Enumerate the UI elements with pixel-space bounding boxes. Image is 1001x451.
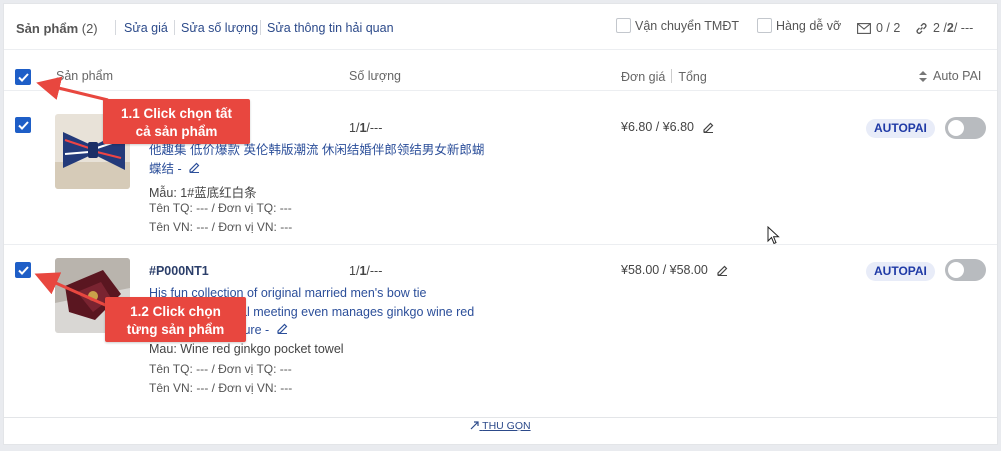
collapse-link[interactable]: THU GỌN: [4, 420, 997, 432]
checkbox-box[interactable]: [757, 18, 772, 33]
col-product: Sản phẩm: [56, 69, 113, 83]
autopai-badge: AUTOPAI: [866, 262, 935, 281]
col-auto-pai[interactable]: Auto PAI: [919, 69, 981, 83]
col-price-total: Đơn giá Tổng: [621, 69, 707, 84]
row-select-checkbox[interactable]: [15, 117, 31, 133]
link-icon: [916, 22, 927, 34]
product-meta-vn: Tên VN: --- / Đơn vị VN: ---: [149, 220, 293, 234]
product-meta-tq: Tên TQ: --- / Đơn vị TQ: ---: [149, 362, 292, 376]
check-icon: [17, 72, 29, 82]
quantity-value: 1/1/---: [349, 264, 383, 278]
checkbox-label: Hàng dễ vỡ: [776, 18, 842, 33]
edit-customs-link[interactable]: Sửa thông tin hải quan: [267, 21, 394, 35]
edit-icon[interactable]: [717, 265, 728, 276]
autopai-toggle[interactable]: [945, 117, 986, 139]
callout-select-each: 1.2 Click chọn từng sản phẩm: [105, 297, 246, 342]
row-select-checkbox[interactable]: [15, 262, 31, 278]
quantity-value: 1/1/---: [349, 121, 383, 135]
select-all-checkbox[interactable]: [15, 69, 31, 85]
check-icon: [17, 265, 29, 275]
divider: [174, 20, 175, 35]
edit-icon[interactable]: [277, 323, 288, 334]
edit-price-link[interactable]: Sửa giá: [124, 21, 168, 35]
edit-icon[interactable]: [703, 122, 714, 133]
product-meta-vn: Tên VN: --- / Đơn vị VN: ---: [149, 381, 293, 395]
check-icon: [17, 120, 29, 130]
edit-quantity-link[interactable]: Sửa số lượng: [181, 21, 258, 35]
section-title: Sản phẩm (2): [16, 21, 98, 36]
autopai-badge: AUTOPAI: [866, 119, 935, 138]
product-name[interactable]: 他趣集 低价爆款 英伦韩版潮流 休闲结婚伴郎领结男女新郎蝴 蝶结 -: [149, 141, 509, 178]
toggle-knob: [948, 262, 964, 278]
fragile-goods-checkbox[interactable]: Hàng dễ vỡ: [757, 18, 841, 33]
product-code: #P000NT1: [149, 264, 209, 278]
products-header: Sản phẩm (2) Sửa giá Sửa số lượng Sửa th…: [4, 4, 997, 50]
product-meta-tq: Tên TQ: --- / Đơn vị TQ: ---: [149, 201, 292, 215]
checkbox-label: Vận chuyển TMĐT: [635, 18, 739, 33]
sort-icon: [919, 70, 927, 82]
table-header: Sản phẩm Số lượng Đơn giá Tổng Auto PAI: [4, 50, 997, 91]
autopai-toggle[interactable]: [945, 259, 986, 281]
product-variant: Mau: Wine red ginkgo pocket towel: [149, 342, 344, 356]
link-stat: 2 / 2 / ---: [915, 21, 973, 35]
ecommerce-shipping-checkbox[interactable]: Vận chuyển TMĐT: [616, 18, 739, 33]
mail-stat: 0 / 2: [857, 21, 900, 35]
callout-select-all: 1.1 Click chọn tất cả sản phẩm: [103, 99, 250, 144]
product-variant: Mẫu: 1#蓝底红白条: [149, 186, 257, 200]
divider: [260, 20, 261, 35]
edit-icon[interactable]: [189, 162, 200, 173]
mail-icon: [857, 22, 871, 34]
col-quantity: Số lượng: [349, 69, 402, 83]
collapse-icon: [470, 421, 480, 430]
products-panel: Sản phẩm (2) Sửa giá Sửa số lượng Sửa th…: [3, 3, 998, 445]
price-value: ¥6.80 / ¥6.80: [621, 120, 714, 134]
mouse-cursor-icon: [767, 226, 780, 245]
toggle-knob: [948, 120, 964, 136]
checkbox-box[interactable]: [616, 18, 631, 33]
divider: [115, 20, 116, 35]
price-value: ¥58.00 / ¥58.00: [621, 263, 728, 277]
